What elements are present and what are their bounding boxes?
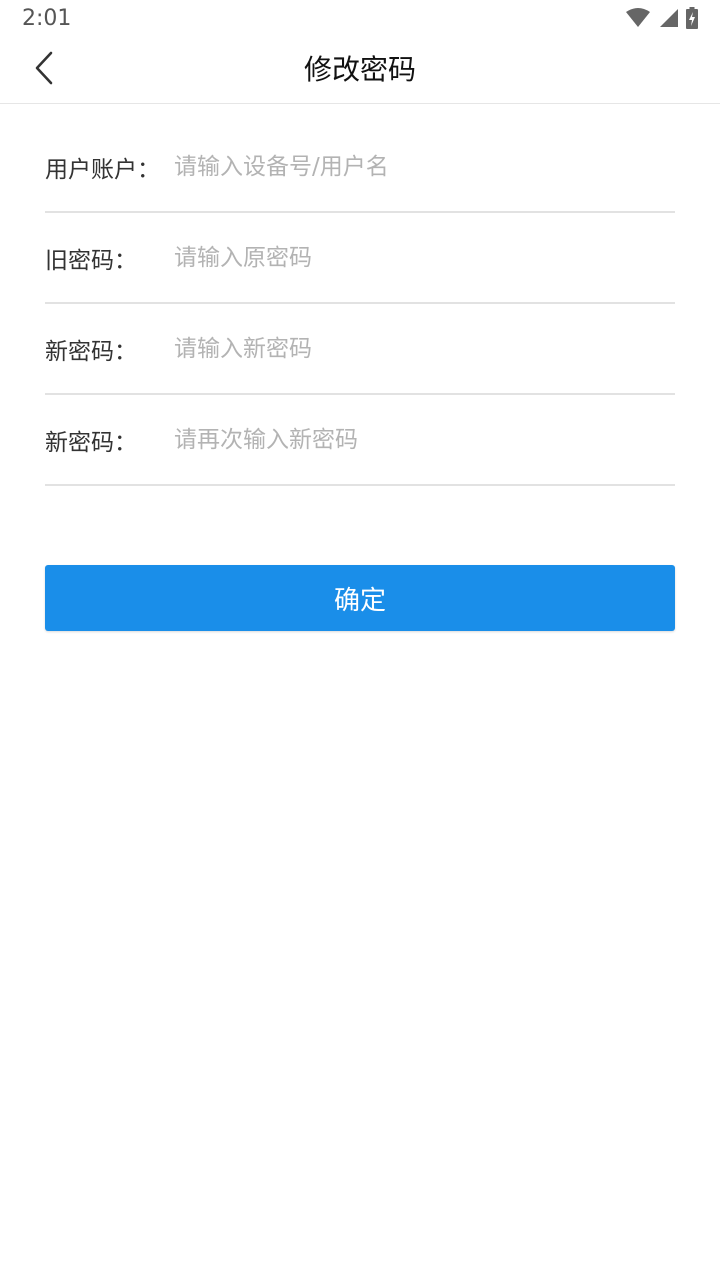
status-icons — [626, 7, 698, 29]
signal-icon — [658, 8, 678, 28]
back-button[interactable] — [22, 46, 66, 94]
password-form: 用户账户： 旧密码： 新密码： 新密码： — [45, 123, 675, 487]
form-row-confirm-password: 新密码： — [45, 396, 675, 486]
form-row-old-password: 旧密码： — [45, 214, 675, 304]
account-input[interactable] — [174, 147, 675, 187]
status-bar: 2:01 — [0, 0, 720, 36]
page-title: 修改密码 — [303, 53, 416, 86]
confirm-button[interactable]: 确定 — [45, 565, 675, 631]
nav-bar: 修改密码 — [0, 36, 720, 104]
new-password-input[interactable] — [174, 329, 675, 369]
form-row-new-password: 新密码： — [45, 305, 675, 395]
confirm-password-label: 新密码： — [45, 430, 137, 456]
account-label: 用户账户： — [45, 157, 160, 183]
status-time: 2:01 — [22, 5, 72, 31]
confirm-password-input[interactable] — [174, 420, 675, 460]
old-password-input[interactable] — [174, 238, 675, 278]
change-password-screen: 2:01 修改密码 用户账户： 请输入设备号/用户名 旧密码： 新密码： 新密码… — [0, 0, 720, 1280]
wifi-icon — [626, 8, 650, 28]
new-password-label: 新密码： — [45, 339, 137, 365]
battery-charging-icon — [686, 7, 698, 29]
form-row-account: 用户账户： — [45, 123, 675, 213]
old-password-label: 旧密码： — [45, 248, 137, 274]
chevron-left-icon — [34, 51, 54, 89]
